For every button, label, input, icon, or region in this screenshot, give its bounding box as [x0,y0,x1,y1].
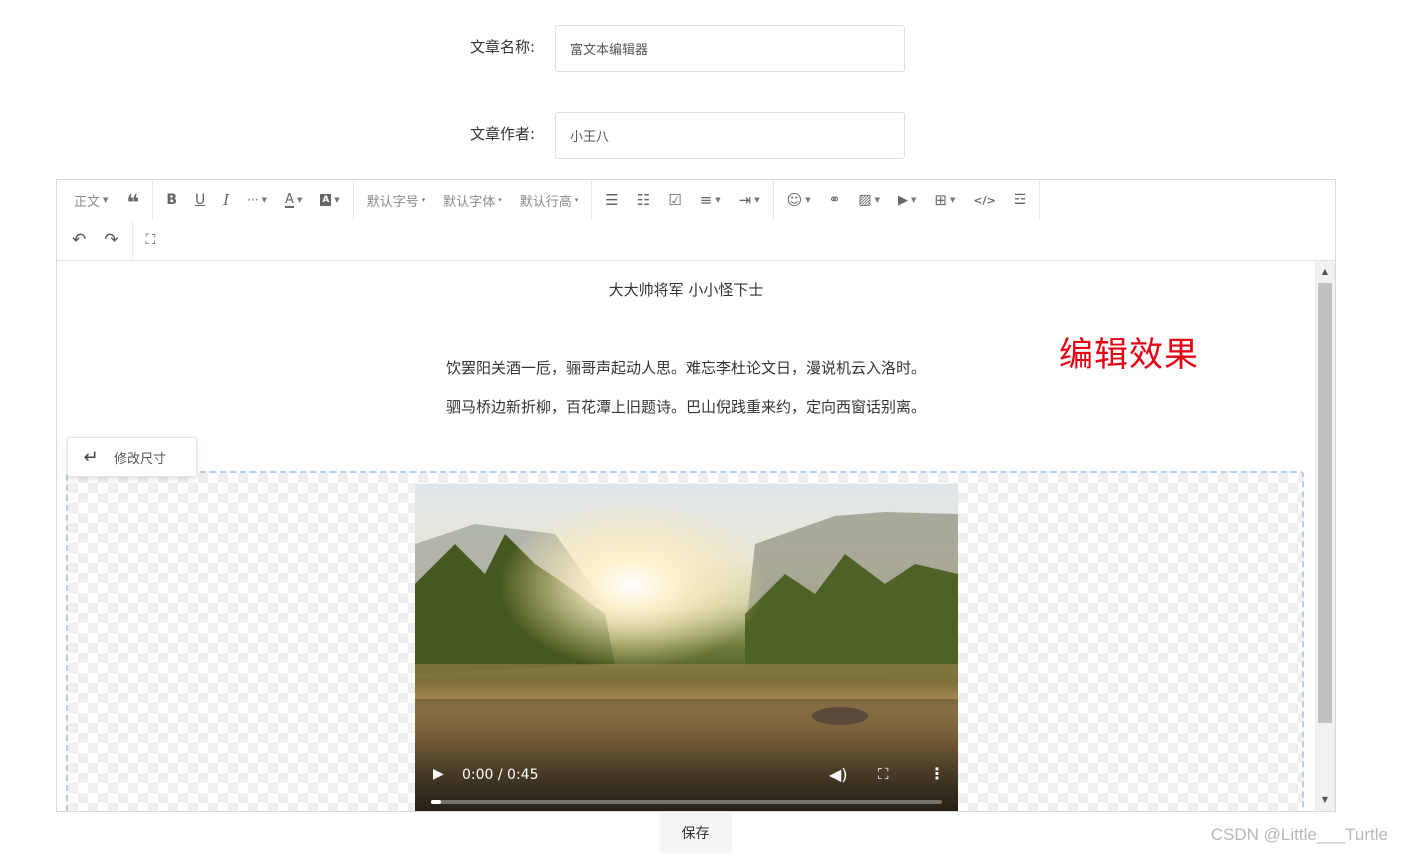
font-color-icon: A [285,191,294,208]
resize-popover[interactable]: ↵ 修改尺寸 [67,437,197,477]
font-color-button[interactable]: A ▼ [276,180,311,220]
editor-content[interactable]: 大大帅将军 小小怪下士 饮罢阳关酒一卮，骊哥声起动人思。难忘李杜论文日，漫说机云… [57,261,1315,811]
edit-effect-annotation: 编辑效果 [1059,335,1199,375]
video-more-options-button[interactable]: ⋮ [929,764,945,783]
csdn-watermark: CSDN @Little___Turtle [1210,825,1388,844]
video-fullscreen-button[interactable]: ⛶ [878,765,889,783]
toolbar-divider [152,180,154,220]
align-button[interactable]: ≡ ▼ [691,180,730,220]
article-title-input[interactable] [555,25,905,72]
link-icon: ⚭ [828,192,841,208]
code-block-button[interactable]: </> [964,180,1004,220]
font-family-label: 默认字体 [443,194,496,210]
scrollbar-thumb[interactable] [1318,283,1332,723]
paragraph-format-label: 正文 [74,194,101,210]
underline-icon: U [195,192,206,208]
background-color-button[interactable]: A ▼ [311,180,348,220]
background-color-icon: A [320,194,332,206]
font-family-select[interactable]: 默认字体 ▾ [434,180,511,220]
more-styles-button[interactable]: ··· ▼ [238,180,276,220]
numbered-list-button[interactable]: ☷ [628,180,659,220]
line-height-label: 默认行高 [519,194,572,210]
fullscreen-button[interactable]: ⛶ [137,220,165,260]
toolbar-divider [1039,180,1041,220]
fullscreen-icon: ⛶ [145,232,156,248]
font-size-label: 默认字号 [366,194,419,210]
todo-button[interactable]: ☑ [659,180,690,220]
bulleted-list-button[interactable]: ☰ [596,180,627,220]
content-headline: 大大帅将军 小小怪下士 [608,281,764,299]
font-size-select[interactable]: 默认字号 ▾ [358,180,435,220]
quote-icon: ❝ [126,191,140,216]
align-left-icon: ≡ [699,191,713,209]
article-author-input[interactable] [555,112,905,159]
horizontal-rule-icon: ☲ [1013,192,1027,208]
video-progress-fill [431,800,442,804]
more-icon: ··· [247,193,259,207]
blockquote-button[interactable]: ❝ [117,180,148,220]
editor-scrollbar[interactable]: ▲ ▼ [1315,261,1335,811]
scroll-down-arrow[interactable]: ▼ [1315,791,1335,809]
smiley-icon: ☺ [786,191,803,209]
paragraph-format-select[interactable]: 正文 ▼ [57,180,117,220]
rich-text-editor: 正文 ▼ ❝ B U I ··· ▼ A ▼ A ▼ 默认字号 ▾ 默认字体 ▾… [56,179,1336,812]
insert-table-button[interactable]: ⊞ ▼ [925,180,964,220]
video-progress-bar[interactable] [431,800,942,804]
article-title-label: 文章名称: [469,38,535,56]
video-player[interactable]: ▶ 0:00 / 0:45 ◀) ⛶ ⋮ [415,484,958,811]
code-icon: </> [973,193,996,207]
volume-button[interactable]: ◀) [829,765,848,784]
resize-label: 修改尺寸 [114,451,167,467]
underline-button[interactable]: U [186,180,214,220]
indent-icon: ⇥ [738,191,752,209]
toolbar-divider [772,180,774,220]
bold-icon: B [166,192,177,208]
divider-button[interactable]: ☲ [1005,180,1036,220]
scroll-up-arrow[interactable]: ▲ [1315,263,1335,281]
italic-icon: I [223,191,230,209]
insert-video-button[interactable]: ▶ ▼ [889,180,925,220]
undo-button[interactable]: ↶ [57,220,95,260]
table-icon: ⊞ [934,191,947,209]
checkbox-icon: ☑ [668,191,682,209]
image-icon: ▨ [858,192,872,208]
toolbar-divider [591,180,593,220]
video-time: 0:00 / 0:45 [462,767,539,783]
selected-video-block[interactable]: ▶ 0:00 / 0:45 ◀) ⛶ ⋮ [66,471,1304,811]
video-icon: ▶ [897,192,908,208]
undo-icon: ↶ [72,230,87,250]
insert-image-button[interactable]: ▨ ▼ [849,180,889,220]
enter-icon: ↵ [83,446,99,468]
play-button[interactable]: ▶ [433,766,444,782]
toolbar-divider [352,180,354,220]
redo-icon: ↷ [104,230,119,250]
italic-button[interactable]: I [214,180,238,220]
redo-button[interactable]: ↷ [95,220,127,260]
numbered-list-icon: ☷ [636,191,651,209]
article-author-label: 文章作者: [469,125,535,143]
insert-link-button[interactable]: ⚭ [820,180,850,220]
poem-line: 驷马桥边新折柳，百花潭上旧题诗。巴山倪践重来约，定向西窗话别离。 [445,398,926,416]
indent-button[interactable]: ⇥ ▼ [730,180,769,220]
editor-toolbar: 正文 ▼ ❝ B U I ··· ▼ A ▼ A ▼ 默认字号 ▾ 默认字体 ▾… [57,180,1335,261]
bold-button[interactable]: B [157,180,186,220]
toolbar-divider [131,220,133,260]
bulleted-list-icon: ☰ [605,191,619,209]
emoji-button[interactable]: ☺ ▼ [778,180,820,220]
line-height-select[interactable]: 默认行高 ▾ [511,180,588,220]
save-button[interactable]: 保存 [659,813,732,853]
